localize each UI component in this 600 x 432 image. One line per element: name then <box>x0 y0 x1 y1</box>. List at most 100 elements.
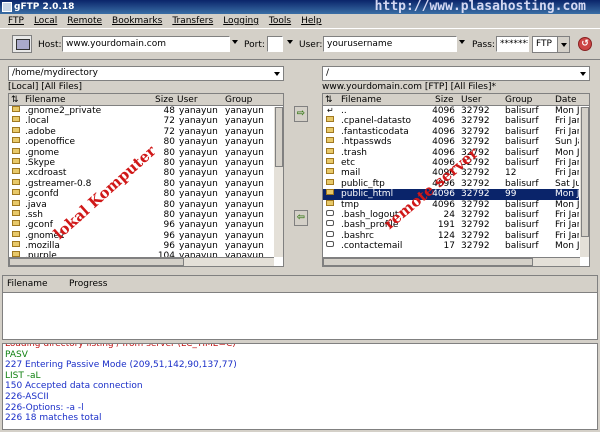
remote-hscroll-thumb[interactable] <box>323 258 533 266</box>
remote-col-group[interactable]: Group <box>505 94 532 106</box>
file-row[interactable]: tmp 4096 32792 balisurf Mon Ja <box>323 199 589 210</box>
upload-arrow-icon[interactable]: ⇨ <box>294 106 308 122</box>
transfers-panel[interactable]: Filename Progress <box>2 275 598 340</box>
file-row[interactable]: public_html 4096 32792 99 Mon Ja <box>323 189 589 200</box>
file-row[interactable]: .gnome2 96 yanayun yanayun <box>9 230 283 241</box>
local-col-filename[interactable]: Filename <box>25 94 66 106</box>
file-row[interactable]: .ssh 80 yanayun yanayun <box>9 209 283 220</box>
cell-group: yanayun <box>225 241 264 252</box>
chevron-down-icon[interactable] <box>271 67 283 80</box>
file-row[interactable]: .gconfd 80 yanayun yanayun <box>9 189 283 199</box>
sort-icon[interactable]: ⇅ <box>325 94 333 106</box>
log-line: 226-Options: -a -l <box>5 402 84 413</box>
file-row[interactable]: .cpanel-datasto 4096 32792 balisurf Fri Jan <box>323 116 589 126</box>
file-row[interactable]: public_ftp 4096 32792 balisurf Sat Jur <box>323 178 589 189</box>
port-input[interactable] <box>267 36 283 52</box>
cell-name: .bashrc <box>341 230 374 241</box>
file-row[interactable]: .local 72 yanayun yanayun <box>9 116 283 126</box>
cell-group: balisurf <box>505 106 539 116</box>
folder-icon <box>326 147 334 154</box>
open-url-icon[interactable] <box>12 35 32 53</box>
user-history-arrow[interactable] <box>459 40 465 44</box>
menu-transfers[interactable]: Transfers <box>172 14 213 28</box>
folder-icon <box>12 157 20 164</box>
cell-name: .xcdroast <box>25 168 67 179</box>
host-history-arrow[interactable] <box>232 40 238 44</box>
local-vscroll-thumb[interactable] <box>275 107 283 167</box>
local-path: /home/mydirectory <box>12 68 98 78</box>
local-col-user[interactable]: User <box>177 94 198 106</box>
log-line: LIST -aL <box>5 370 41 381</box>
port-history-arrow[interactable] <box>287 40 293 44</box>
cell-name: mail <box>341 168 361 179</box>
user-label: User: <box>299 40 323 50</box>
local-hscroll-thumb[interactable] <box>9 258 184 266</box>
cell-group: balisurf <box>505 157 539 168</box>
log-line: 227 Entering Passive Mode (209,51,142,90… <box>5 360 237 371</box>
file-row[interactable]: .htpasswds 4096 32792 balisurf Sun Jar <box>323 137 589 147</box>
folder-icon <box>12 220 20 227</box>
password-input[interactable] <box>496 36 529 52</box>
cell-name: .contactemail <box>341 241 403 252</box>
menu-tools[interactable]: Tools <box>269 14 291 28</box>
protocol-select[interactable]: FTP <box>532 36 570 53</box>
file-row[interactable]: .adobe 72 yanayun yanayun <box>9 126 283 137</box>
cell-user: 32792 <box>461 137 490 148</box>
menu-bookmarks[interactable]: Bookmarks <box>112 14 162 28</box>
folder-icon <box>326 178 334 185</box>
user-input[interactable] <box>323 36 457 52</box>
file-row[interactable]: .java 80 yanayun yanayun <box>9 199 283 210</box>
sort-icon[interactable]: ⇅ <box>11 94 19 106</box>
download-arrow-icon[interactable]: ⇦ <box>294 210 308 226</box>
cell-user: yanayun <box>179 199 218 210</box>
file-row[interactable]: .fantasticodata 4096 32792 balisurf Fri Jan <box>323 126 589 137</box>
cell-group: balisurf <box>505 178 539 189</box>
folder-icon <box>12 147 20 154</box>
remote-vscroll[interactable] <box>579 107 589 257</box>
remote-col-date[interactable]: Date <box>555 94 577 106</box>
local-col-group[interactable]: Group <box>225 94 252 106</box>
file-row[interactable]: .xcdroast 80 yanayun yanayun <box>9 168 283 178</box>
folder-icon <box>12 199 20 206</box>
cell-group: yanayun <box>225 189 264 200</box>
local-file-list[interactable]: ⇅ Filename Size User Group .gnome2_priva… <box>8 93 284 267</box>
cell-name: .fantasticodata <box>341 126 409 137</box>
local-col-size[interactable]: Size <box>155 94 173 106</box>
file-row[interactable]: .contactemail 17 32792 balisurf Mon Ja <box>323 241 589 251</box>
pass-label: Pass: <box>472 40 495 50</box>
window-title: gFTP 2.0.18 <box>14 2 75 12</box>
file-row[interactable]: .mozilla 96 yanayun yanayun <box>9 241 283 251</box>
file-row[interactable]: .gnome2_private 48 yanayun yanayun <box>9 106 283 116</box>
local-path-combo[interactable]: /home/mydirectory <box>8 66 284 81</box>
cell-group: balisurf <box>505 137 539 148</box>
remote-hscroll[interactable] <box>323 257 580 266</box>
menu-ftp[interactable]: FTP <box>8 14 24 28</box>
local-vscroll[interactable] <box>273 107 283 257</box>
cell-user: 32792 <box>461 126 490 137</box>
remote-vscroll-thumb[interactable] <box>581 107 589 237</box>
remote-file-list[interactable]: ⇅ Filename Size User Group Date ↵.. 4096 3… <box>322 93 590 267</box>
file-row[interactable]: .gstreamer-0.8 80 yanayun yanayun <box>9 178 283 189</box>
local-hscroll[interactable] <box>9 257 274 266</box>
connect-button[interactable]: ↺ <box>578 37 592 51</box>
host-input[interactable] <box>62 36 230 52</box>
remote-col-user[interactable]: User <box>461 94 482 106</box>
remote-col-size[interactable]: Size <box>435 94 453 106</box>
file-row[interactable]: .bash_logout 24 32792 balisurf Fri Jan <box>323 209 589 220</box>
menu-remote[interactable]: Remote <box>67 14 102 28</box>
menu-local[interactable]: Local <box>34 14 57 28</box>
log-panel[interactable]: Loading directory listing / from server … <box>2 343 598 430</box>
transfers-header: Filename Progress <box>3 276 597 293</box>
file-row[interactable]: ↵.. 4096 32792 balisurf Mon Ja <box>323 106 589 116</box>
file-row[interactable]: .bash_profile 191 32792 balisurf Fri Jan <box>323 220 589 230</box>
transfers-col-filename[interactable]: Filename <box>7 279 48 289</box>
chevron-down-icon[interactable] <box>577 67 589 80</box>
menu-logging[interactable]: Logging <box>223 14 259 28</box>
remote-path-combo[interactable]: / <box>322 66 590 81</box>
transfers-col-progress[interactable]: Progress <box>69 279 107 289</box>
remote-col-filename[interactable]: Filename <box>341 94 382 106</box>
cell-user: yanayun <box>179 126 218 137</box>
menu-help[interactable]: Help <box>301 14 322 28</box>
file-row[interactable]: .bashrc 124 32792 balisurf Fri Jan <box>323 230 589 241</box>
chevron-down-icon[interactable] <box>557 37 569 52</box>
